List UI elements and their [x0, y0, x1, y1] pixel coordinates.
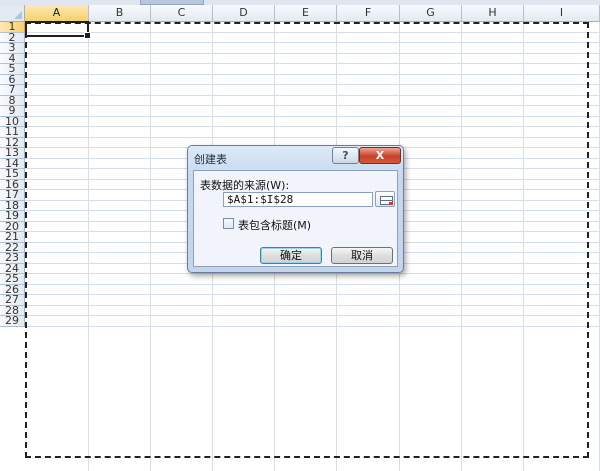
close-button[interactable]: X [359, 147, 401, 164]
data-source-label: 表数据的来源(W): [200, 179, 290, 192]
range-input[interactable] [223, 192, 373, 207]
column-header-i[interactable]: I [524, 5, 600, 22]
dialog-body: 表数据的来源(W): 表包含标题(M) 确定 取消 [193, 170, 398, 267]
create-table-dialog: 创建表 ? X 表数据的来源(W): 表包含标题(M) 确定 取消 [187, 145, 404, 273]
column-header-b[interactable]: B [89, 5, 151, 22]
column-header-g[interactable]: G [400, 5, 462, 22]
row-header-29[interactable]: 29 [0, 315, 25, 327]
column-header-f[interactable]: F [337, 5, 400, 22]
column-header-c[interactable]: C [151, 5, 213, 22]
help-button[interactable]: ? [332, 147, 359, 164]
range-select-icon [380, 196, 393, 205]
column-header-e[interactable]: E [275, 5, 337, 22]
cancel-button[interactable]: 取消 [331, 247, 393, 264]
column-header-h[interactable]: H [462, 5, 524, 22]
ok-button[interactable]: 确定 [260, 247, 322, 264]
collapse-dialog-button[interactable] [375, 191, 395, 207]
dialog-title: 创建表 [194, 153, 227, 166]
has-headers-checkbox[interactable] [223, 218, 234, 229]
active-cell-a1[interactable] [25, 21, 91, 39]
has-headers-label[interactable]: 表包含标题(M) [238, 217, 311, 233]
column-header-d[interactable]: D [213, 5, 275, 22]
column-header-a[interactable]: A [25, 5, 89, 22]
